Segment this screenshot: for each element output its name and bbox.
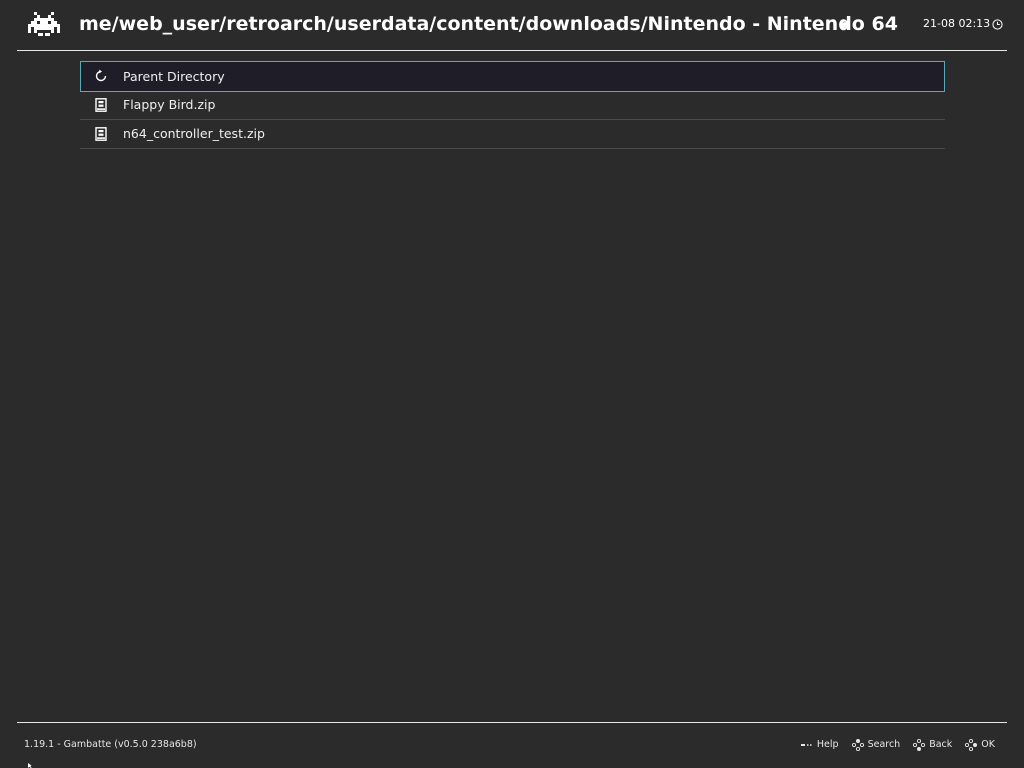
clock-text: 21-08 02:13 (923, 17, 991, 30)
search-label: Search (867, 739, 901, 750)
file-icon (95, 127, 107, 141)
file-list: Parent Directory Flappy Bird.zip n64_con… (80, 61, 945, 149)
ok-label: OK (981, 739, 995, 750)
file-icon (95, 98, 107, 112)
clock: 21-08 02:13 (923, 17, 1003, 31)
select-button-icon (800, 744, 812, 746)
search-button[interactable]: Search (851, 738, 901, 752)
gamepad-button-right-icon (965, 738, 978, 752)
clock-icon (992, 18, 1003, 30)
list-item-label: Flappy Bird.zip (123, 97, 216, 112)
list-item-file[interactable]: n64_controller_test.zip (80, 120, 945, 149)
list-item-parent-directory[interactable]: Parent Directory (80, 61, 945, 92)
header: me/web_user/retroarch/userdata/content/d… (0, 0, 1024, 50)
ok-button[interactable]: OK (964, 738, 995, 752)
status-dot (842, 22, 848, 28)
help-label: Help (816, 739, 839, 750)
version-info: 1.19.1 - Gambatte (v0.5.0 238a6b8) (24, 739, 197, 750)
list-item-file[interactable]: Flappy Bird.zip (80, 91, 945, 120)
back-button[interactable]: Back (912, 738, 952, 752)
retroarch-invader-icon (28, 12, 60, 36)
footer-divider (17, 722, 1007, 723)
page-title: me/web_user/retroarch/userdata/content/d… (79, 13, 898, 35)
help-button[interactable]: Help (800, 738, 839, 752)
footer-actions: Help Search Back OK (800, 737, 995, 753)
header-divider (17, 50, 1007, 51)
refresh-icon (95, 69, 107, 82)
list-item-label: Parent Directory (123, 69, 225, 84)
list-item-label: n64_controller_test.zip (123, 126, 265, 141)
gamepad-button-top-icon (851, 739, 864, 752)
mouse-cursor-icon (28, 763, 32, 768)
back-label: Back (929, 739, 953, 750)
retroarch-file-browser: me/web_user/retroarch/userdata/content/d… (0, 0, 1024, 768)
gamepad-button-bottom-icon (913, 738, 926, 751)
